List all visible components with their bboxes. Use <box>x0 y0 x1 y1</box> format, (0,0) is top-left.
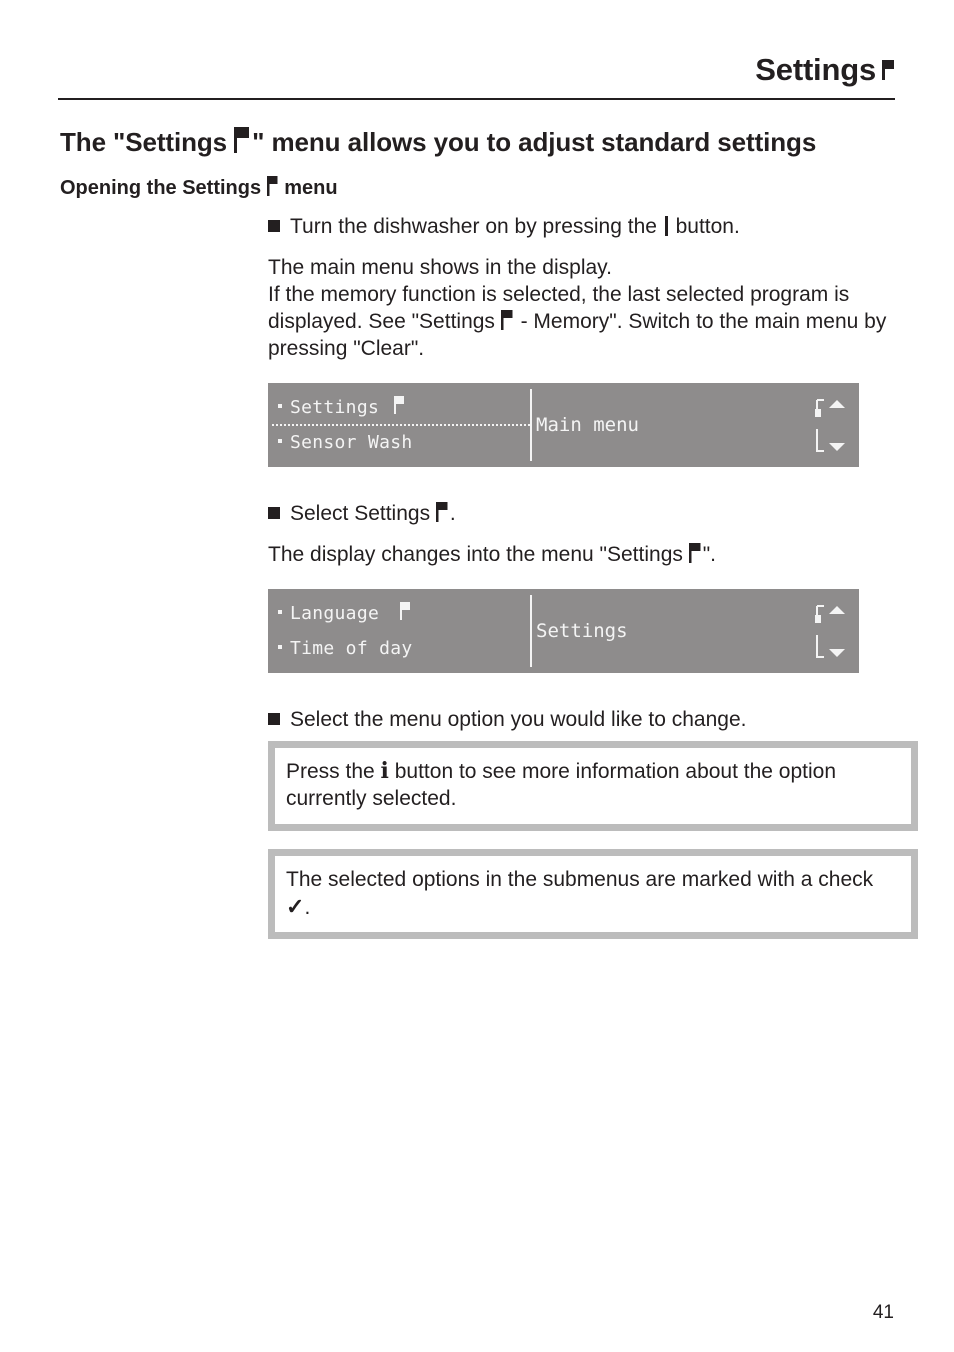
display-item-label: Sensor Wash <box>290 432 413 453</box>
display-item: Settings <box>278 395 406 418</box>
flag-icon <box>688 543 703 563</box>
section-title-text: " menu allows you to adjust standard set… <box>252 127 817 157</box>
step-text: Turn the dishwasher on by pressing the <box>290 215 663 238</box>
note-check-mark: The selected options in the submenus are… <box>268 849 918 939</box>
info-icon: i <box>380 758 389 784</box>
display-menu-label: Settings <box>536 620 628 642</box>
scroll-indicator-icon <box>815 399 845 452</box>
flag-icon <box>234 127 252 153</box>
bullet-icon <box>268 713 280 725</box>
flag-icon <box>266 176 279 196</box>
bullet-icon <box>268 507 280 519</box>
display-menu-label: Main menu <box>536 414 639 436</box>
power-button-icon <box>664 216 668 236</box>
paragraph-text: The display changes into the menu "Setti… <box>268 543 689 566</box>
note-info-button: Press the i button to see more informati… <box>268 741 918 831</box>
display-settings-menu: Language Time of day Settings <box>268 589 859 673</box>
section-title: The "Settings " menu allows you to adjus… <box>60 125 816 158</box>
note-text: . <box>304 896 311 919</box>
header-divider <box>58 98 895 100</box>
page-header: Settings <box>755 52 895 88</box>
selection-dotted-line <box>272 424 530 426</box>
step-text: . <box>449 502 456 525</box>
step-turn-on: Turn the dishwasher on by pressing the b… <box>268 213 898 240</box>
paragraph-text: ". <box>702 543 717 566</box>
display-bullet-icon <box>278 439 282 443</box>
display-bullet-icon <box>278 610 282 614</box>
flag-icon <box>400 602 412 620</box>
display-item-label: Settings <box>290 397 380 418</box>
step-text: Select Settings <box>290 502 436 525</box>
section-title-text: The "Settings <box>60 127 235 157</box>
step-text: button. <box>669 215 740 238</box>
paragraph-line: The main menu shows in the display. <box>268 256 612 279</box>
subsection-title: Opening the Settings menu <box>60 174 338 200</box>
paragraph-main-menu: The main menu shows in the display. If t… <box>268 254 888 362</box>
display-item: Sensor Wash <box>278 432 413 453</box>
display-bullet-icon <box>278 404 282 408</box>
scroll-indicator-icon <box>815 605 845 658</box>
display-main-menu: Settings Sensor Wash Main menu <box>268 383 859 467</box>
check-icon: ✓ <box>286 894 305 919</box>
flag-icon <box>435 502 450 522</box>
display-divider <box>530 389 532 461</box>
paragraph-display-changes: The display changes into the menu "Setti… <box>268 541 898 568</box>
flag-icon <box>882 58 895 80</box>
page-number: 41 <box>872 1302 894 1323</box>
flag-icon <box>500 310 515 330</box>
display-item: Language <box>278 601 412 624</box>
subsection-title-text: Opening the Settings <box>60 177 267 199</box>
display-bullet-icon <box>278 645 282 649</box>
note-text: Press the <box>286 760 381 783</box>
step-select-settings: Select Settings . <box>268 500 898 527</box>
display-item-label: Time of day <box>290 638 413 659</box>
display-item-label: Language <box>290 603 380 624</box>
step-select-option: Select the menu option you would like to… <box>268 706 898 733</box>
note-text: The selected options in the submenus are… <box>286 868 874 891</box>
step-text: Select the menu option you would like to… <box>290 708 747 731</box>
flag-icon <box>394 396 406 414</box>
paragraph-line: If the memory function is selected, the … <box>268 281 888 362</box>
page-header-title: Settings <box>755 52 876 87</box>
subsection-title-text: menu <box>278 177 338 199</box>
bullet-icon <box>268 220 280 232</box>
display-item: Time of day <box>278 638 413 659</box>
display-divider <box>530 595 532 667</box>
